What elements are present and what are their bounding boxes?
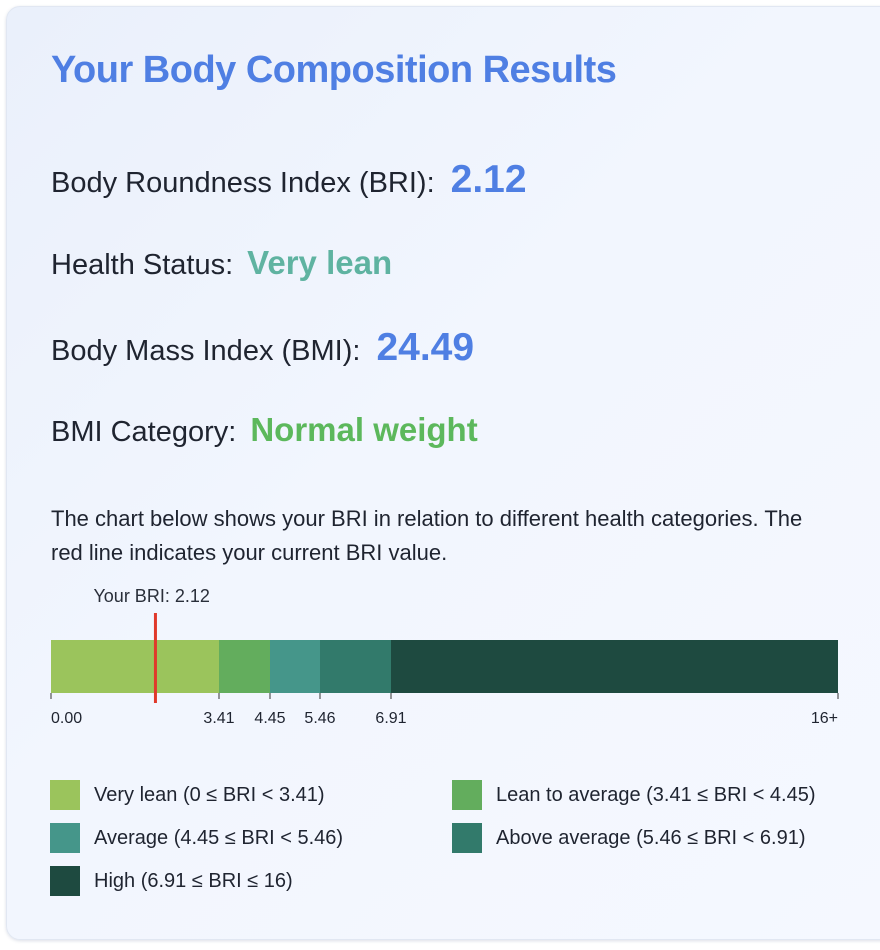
bmi-category-value: Normal weight (250, 411, 478, 448)
page-title: Your Body Composition Results (51, 49, 617, 91)
legend-label: High (6.91 ≤ BRI ≤ 16) (94, 869, 293, 892)
axis-tick-label: 5.46 (304, 710, 335, 727)
bmi-category-label: BMI Category: (51, 416, 237, 448)
bri-value: 2.12 (450, 158, 527, 201)
bar-segment-above-average (320, 640, 391, 693)
axis-tick-label: 3.41 (203, 710, 234, 727)
legend-item: Average (4.45 ≤ BRI < 5.46) (50, 823, 343, 853)
bar-segment-lean-to-average (219, 640, 270, 693)
bmi-label: Body Mass Index (BMI): (51, 335, 361, 367)
legend-swatch (50, 780, 80, 810)
bri-row: Body Roundness Index (BRI): 2.12 (51, 158, 527, 202)
health-status-value: Very lean (247, 244, 393, 281)
bmi-value: 24.49 (376, 326, 475, 369)
legend-swatch (50, 823, 80, 853)
bri-category-bar: 0.00 3.41 4.45 5.46 6.91 16+ (50, 613, 839, 727)
legend-item: High (6.91 ≤ BRI ≤ 16) (50, 866, 293, 896)
axis-tick-label: 0.00 (51, 710, 82, 727)
bri-label: Body Roundness Index (BRI): (51, 167, 435, 199)
bmi-row: Body Mass Index (BMI): 24.49 (51, 326, 474, 370)
legend-label: Very lean (0 ≤ BRI < 3.41) (94, 783, 325, 806)
legend-swatch (452, 823, 482, 853)
legend-item: Very lean (0 ≤ BRI < 3.41) (50, 780, 325, 810)
chart-description: The chart below shows your BRI in relati… (51, 506, 803, 565)
legend-label: Lean to average (3.41 ≤ BRI < 4.45) (496, 783, 816, 806)
axis-tick-label: 6.91 (375, 710, 406, 727)
health-status-label: Health Status: (51, 249, 234, 281)
legend-label: Average (4.45 ≤ BRI < 5.46) (94, 826, 344, 849)
health-status-row: Health Status: Very lean (51, 244, 392, 282)
axis-tick-label: 16+ (811, 710, 838, 727)
legend-swatch (50, 866, 80, 896)
bmi-category-row: BMI Category: Normal weight (51, 411, 478, 449)
bar-segment-very-lean (51, 640, 219, 693)
legend-item: Above average (5.46 ≤ BRI < 6.91) (452, 823, 806, 853)
legend-swatch (452, 780, 482, 810)
legend-label: Above average (5.46 ≤ BRI < 6.91) (496, 826, 806, 849)
legend-item: Lean to average (3.41 ≤ BRI < 4.45) (452, 780, 816, 810)
bar-segment-average (270, 640, 320, 693)
axis-tick-label: 4.45 (254, 710, 285, 727)
bar-segment-high (391, 640, 838, 693)
